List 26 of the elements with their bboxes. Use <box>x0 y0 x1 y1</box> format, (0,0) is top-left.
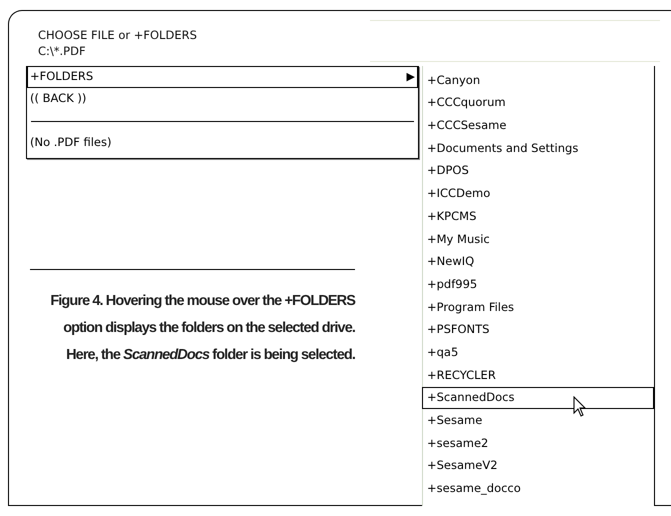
figure-caption: Figure 4. Hovering the mouse over the +FOLDERS option displays the folders on the selected drive. Here, the ScannedDocs folder is being selected. <box>49 292 355 365</box>
folder-item[interactable]: +PSFONTS <box>422 318 654 342</box>
folder-item[interactable]: +DPOS <box>422 160 654 182</box>
folder-item[interactable]: +sesame_docco <box>422 477 654 500</box>
folder-item[interactable]: +SesameV2 <box>422 454 654 478</box>
menu-item[interactable]: +FOLDERS ▶ <box>27 66 418 88</box>
folder-item[interactable]: +My Music <box>422 228 654 250</box>
menu-item[interactable]: (( BACK )) <box>27 88 418 110</box>
folder-item[interactable]: +sesame2 <box>422 432 654 455</box>
folder-item[interactable]: +KPCMS <box>422 205 654 228</box>
folder-item[interactable]: +Program Files <box>422 296 654 319</box>
folder-item[interactable]: +NewIQ <box>422 250 654 274</box>
folder-item[interactable]: +ICCDemo <box>422 182 654 206</box>
mouse-pointer-icon <box>573 396 587 418</box>
folder-item[interactable]: +qa5 <box>422 341 654 364</box>
folder-item[interactable]: +CCCSesame <box>422 114 654 138</box>
folder-item[interactable]: +Canyon <box>422 69 654 92</box>
folder-item[interactable]: +RECYCLER <box>422 364 654 387</box>
folder-item[interactable]: +pdf995 <box>422 273 654 296</box>
folder-item[interactable]: +Sesame <box>422 409 654 432</box>
folder-item[interactable]: +CCCquorum <box>422 92 654 114</box>
folder-item[interactable]: +Documents and Settings <box>422 137 654 160</box>
path-text: C:\*.PDF <box>38 43 87 59</box>
dialog-title: CHOOSE FILE or +FOLDERS <box>38 27 197 43</box>
submenu-arrow: ▶ <box>406 68 415 85</box>
menu-item[interactable]: (No .PDF files) <box>27 132 418 154</box>
